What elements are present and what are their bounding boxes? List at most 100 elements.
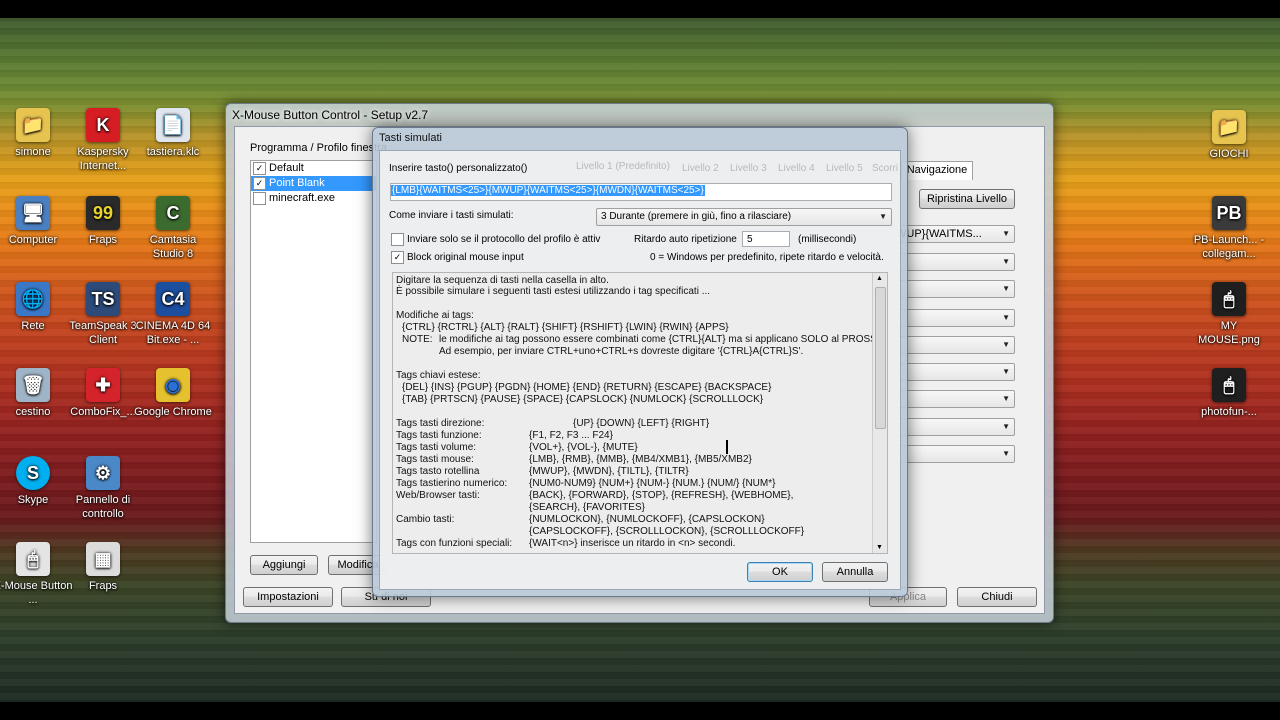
desktop-icon-label: ComboFix_... xyxy=(70,406,136,418)
desktop-icon-fraps-2[interactable]: ▦ Fraps xyxy=(63,542,143,593)
chiudi-button[interactable]: Chiudi xyxy=(957,587,1037,607)
chevron-down-icon: ▼ xyxy=(1002,449,1010,458)
only-protocol-option[interactable]: Inviare solo se il protocollo del profil… xyxy=(391,233,600,246)
help-ext-1: {DEL} {INS} {PGUP} {PGDN} {HOME} {END} {… xyxy=(402,382,772,393)
block-input-checkbox[interactable]: ✓ xyxy=(391,251,404,264)
desktop-icon-label: CINEMA 4D 64 Bit.exe - ... xyxy=(135,320,211,346)
mapping-combo-5[interactable]: ▼ xyxy=(891,336,1015,354)
mapping-combo-1[interactable]: WUP}{WAITMS... ▼ xyxy=(891,225,1015,243)
impostazioni-button[interactable]: Impostazioni xyxy=(243,587,333,607)
send-method-label: Come inviare i tasti simulati: xyxy=(389,210,514,221)
desktop-icon-fraps[interactable]: 99 Fraps xyxy=(63,196,143,247)
profile-checkbox[interactable]: ✓ xyxy=(253,161,266,175)
desktop-icon-pannello[interactable]: ⚙ Pannello di controllo xyxy=(63,456,143,521)
profile-checkbox[interactable]: ✓ xyxy=(253,176,266,190)
scroll-up-icon[interactable]: ▲ xyxy=(876,275,883,282)
mapping-combo-9[interactable]: ▼ xyxy=(891,445,1015,463)
aggiungi-button[interactable]: Aggiungi xyxy=(250,555,318,575)
profile-item-default[interactable]: ✓ Default xyxy=(251,161,376,176)
desktop-icon-pblauncher[interactable]: PB PB-Launch... - collegam... xyxy=(1189,196,1269,261)
desktop-icon-teamspeak[interactable]: TS TeamSpeak 3 Client xyxy=(63,282,143,347)
help-row-key: Tags tasto rotellina xyxy=(396,466,480,477)
desktop-icon-label: Fraps xyxy=(88,234,118,246)
dialog-title: Tasti simulati xyxy=(379,132,442,144)
repeat-delay-label: Ritardo auto ripetizione xyxy=(634,234,737,245)
custom-key-input[interactable]: {LMB}{WAITMS<25>}{MWUP}{WAITMS<25>}{MWDN… xyxy=(390,183,892,201)
mapping-combo-8[interactable]: ▼ xyxy=(891,418,1015,436)
desktop-icon-giochi[interactable]: 📁 GIOCHI xyxy=(1189,110,1269,161)
repeat-delay-input[interactable]: 5 xyxy=(742,231,790,247)
only-protocol-checkbox[interactable] xyxy=(391,233,404,246)
help-row-key: Tags tastierino numerico: xyxy=(396,478,508,489)
custom-key-value: {LMB}{WAITMS<25>}{MWUP}{WAITMS<25>}{MWDN… xyxy=(391,185,705,196)
help-row-key: Tags tasti volume: xyxy=(396,442,477,453)
help-mod-title: Modifiche ai tags: xyxy=(396,310,474,321)
help-row-value: {SEARCH}, {FAVORITES} xyxy=(529,502,645,513)
folder-icon: 📁 xyxy=(1212,110,1246,144)
mapping-combo-6[interactable]: ▼ xyxy=(891,363,1015,381)
profile-checkbox[interactable] xyxy=(253,191,266,205)
chevron-down-icon: ▼ xyxy=(1002,257,1010,266)
help-row-value: {MWUP}, {MWDN}, {TILTL}, {TILTR} xyxy=(529,466,689,477)
file-icon: 📄 xyxy=(156,108,190,142)
send-method-combo[interactable]: 3 Durante (premere in giù, fino a rilasc… xyxy=(596,208,892,226)
mapping-combo-3[interactable]: ▼ xyxy=(891,280,1015,298)
help-scrollbar[interactable]: ▲ ▼ xyxy=(872,273,887,553)
help-row-value: {UP} {DOWN} {LEFT} {RIGHT} xyxy=(573,418,710,429)
scrollbar-thumb[interactable] xyxy=(875,287,886,429)
desktop-icon-label: Skype xyxy=(17,494,49,506)
desktop-icon-label: photofun-... xyxy=(1201,406,1257,418)
annulla-button[interactable]: Annulla xyxy=(822,562,888,582)
ripristina-livello-button[interactable]: Ripristina Livello xyxy=(919,189,1015,209)
mapping-combo-7[interactable]: ▼ xyxy=(891,390,1015,408)
desktop-icon-label: Kaspersky Internet... xyxy=(77,146,129,172)
chevron-down-icon: ▼ xyxy=(1002,367,1010,376)
profile-list: ✓ Default ✓ Point Blank minecraft.exe xyxy=(250,160,377,543)
help-row-value: {CAPSLOCKOFF}, {SCROLLLOCKON}, {SCROLLLO… xyxy=(529,526,805,537)
ghost-tab: Scorri xyxy=(872,163,899,174)
desktop-icon-tastiera[interactable]: 📄 tastiera.klc xyxy=(133,108,213,159)
desktop-icon-kaspersky[interactable]: K Kaspersky Internet... xyxy=(63,108,143,173)
mapping-combo-4[interactable]: ▼ xyxy=(891,309,1015,327)
mouse-image-icon: 🖱 xyxy=(1212,282,1246,316)
desktop-icon-label: cestino xyxy=(15,406,51,418)
desktop-icon-label: simone xyxy=(15,146,51,158)
profile-item-point-blank[interactable]: ✓ Point Blank xyxy=(251,176,376,191)
chevron-down-icon: ▼ xyxy=(1002,284,1010,293)
help-note-2: Ad esempio, per inviare CTRL+uno+CTRL+s … xyxy=(439,346,804,357)
desktop-icon-combofix[interactable]: ✚ ComboFix_... xyxy=(63,368,143,419)
desktop-icon-mymouse[interactable]: 🖱 MY MOUSE.png xyxy=(1189,282,1269,347)
desktop-icon-cinema4d[interactable]: C4 CINEMA 4D 64 Bit.exe - ... xyxy=(133,282,213,347)
chevron-down-icon: ▼ xyxy=(1002,422,1010,431)
help-row-value: {BACK}, {FORWARD}, {STOP}, {REFRESH}, {W… xyxy=(529,490,794,501)
help-note-1: le modifiche ai tag possono essere combi… xyxy=(439,334,888,345)
computer-icon: 🖥 xyxy=(16,196,50,230)
tab-navigazione[interactable]: Navigazione xyxy=(901,161,973,180)
help-intro-2: È possibile simulare i seguenti tasti es… xyxy=(396,286,711,297)
ok-button[interactable]: OK xyxy=(747,562,813,582)
desktop-icon-label: tastiera.klc xyxy=(146,146,200,158)
desktop-icon-label: X-Mouse Button ... xyxy=(0,580,73,606)
mapping-combo-2[interactable]: ▼ xyxy=(891,253,1015,271)
chevron-down-icon: ▼ xyxy=(1002,313,1010,322)
text-cursor-icon xyxy=(726,440,728,454)
desktop-icon-label: Rete xyxy=(21,320,45,332)
desktop-icon-chrome[interactable]: ◉ Google Chrome xyxy=(133,368,213,419)
desktop-icon-photofun[interactable]: 🖱 photofun-... xyxy=(1189,368,1269,419)
scroll-down-icon[interactable]: ▼ xyxy=(876,544,883,551)
fraps-file-icon: ▦ xyxy=(86,542,120,576)
help-row-value: {F1, F2, F3 ... F24} xyxy=(529,430,613,441)
chrome-icon: ◉ xyxy=(156,368,190,402)
recycle-bin-icon: 🗑 xyxy=(16,368,50,402)
help-row-key: Tags tasti direzione: xyxy=(396,418,485,429)
send-method-value: 3 Durante (premere in giù, fino a rilasc… xyxy=(601,211,792,222)
mapping-combo-value: WUP}{WAITMS... xyxy=(896,228,982,240)
profile-name: minecraft.exe xyxy=(269,192,336,204)
milliseconds-label: (millisecondi) xyxy=(798,234,857,245)
combofix-icon: ✚ xyxy=(86,368,120,402)
desktop-icon-camtasia[interactable]: C Camtasia Studio 8 xyxy=(133,196,213,261)
help-row-value: {NUMLOCKON}, {NUMLOCKOFF}, {CAPSLOCKON} xyxy=(529,514,765,525)
window-title: X-Mouse Button Control - Setup v2.7 xyxy=(232,108,429,122)
block-input-option[interactable]: ✓ Block original mouse input xyxy=(391,251,524,264)
profile-item-minecraft[interactable]: minecraft.exe xyxy=(251,191,376,206)
